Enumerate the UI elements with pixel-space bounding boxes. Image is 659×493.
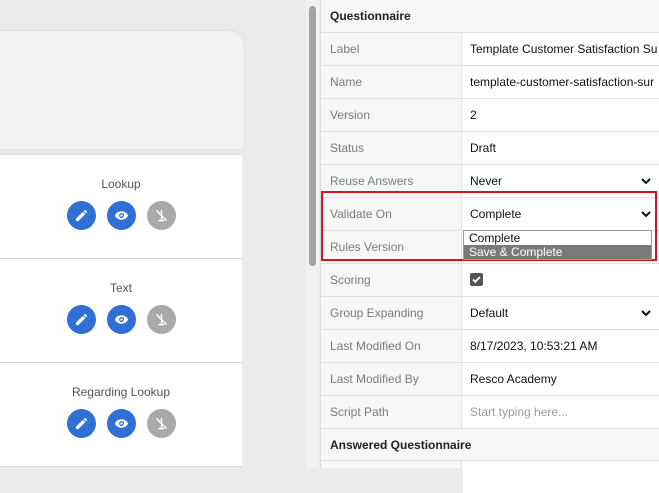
eye-icon bbox=[114, 211, 128, 220]
card-title: Text bbox=[109, 281, 132, 295]
hide-icon bbox=[155, 209, 167, 222]
eye-icon bbox=[114, 419, 128, 428]
property-row-status: Status Draft bbox=[321, 131, 659, 164]
edit-icon bbox=[75, 313, 87, 326]
name-input[interactable]: template-customer-satisfaction-sur bbox=[461, 66, 659, 98]
scoring-checkbox[interactable] bbox=[470, 273, 483, 286]
section-header-answered-questionnaire: Answered Questionnaire bbox=[321, 428, 659, 460]
chevron-down-icon bbox=[641, 178, 651, 185]
group-expanding-select[interactable]: Default bbox=[461, 297, 659, 329]
property-label: Scoring bbox=[330, 273, 371, 287]
designer-canvas: Lookup Text Regarding Lookup bbox=[0, 0, 306, 468]
canvas-card-header bbox=[0, 30, 245, 150]
property-row-script-path: Script Path Start typing here... bbox=[321, 395, 659, 428]
edit-button[interactable] bbox=[66, 305, 96, 334]
edit-icon bbox=[75, 209, 87, 222]
scoring-field bbox=[461, 264, 659, 296]
last-modified-on-value: 8/17/2023, 10:53:21 AM bbox=[461, 330, 659, 362]
edit-button[interactable] bbox=[66, 409, 96, 438]
property-label: Status bbox=[330, 141, 365, 155]
select-value: Never bbox=[470, 174, 503, 188]
property-row-group-expanding: Group Expanding Default bbox=[321, 296, 659, 329]
preview-button[interactable] bbox=[106, 305, 136, 334]
property-label: Group Expanding bbox=[330, 306, 424, 320]
edit-button[interactable] bbox=[66, 201, 96, 230]
select-value: Default bbox=[470, 306, 509, 320]
property-label: Script Path bbox=[330, 405, 389, 419]
property-row-name: Name template-customer-satisfaction-sur bbox=[321, 65, 659, 98]
property-label: Name bbox=[330, 75, 363, 89]
canvas-scrollbar[interactable] bbox=[306, 0, 319, 468]
property-row-label: Label Template Customer Satisfaction Su bbox=[321, 32, 659, 65]
version-input[interactable]: 2 bbox=[461, 99, 659, 131]
card-title: Regarding Lookup bbox=[71, 385, 171, 399]
question-card-text[interactable]: Text bbox=[0, 258, 242, 363]
property-label: Label bbox=[330, 42, 360, 56]
checkmark-icon bbox=[472, 276, 481, 284]
preview-button[interactable] bbox=[106, 409, 136, 438]
label-input[interactable]: Template Customer Satisfaction Su bbox=[461, 33, 659, 65]
card-title: Lookup bbox=[101, 177, 141, 191]
property-row-scoring: Scoring bbox=[321, 263, 659, 296]
script-path-input[interactable]: Start typing here... bbox=[461, 396, 659, 428]
property-row-partial bbox=[321, 460, 659, 493]
property-row-version: Version 2 bbox=[321, 98, 659, 131]
edit-icon bbox=[75, 417, 87, 430]
eye-icon bbox=[114, 315, 128, 324]
property-label: Last Modified By bbox=[330, 372, 419, 386]
question-card-lookup[interactable]: Lookup bbox=[0, 154, 242, 259]
dropdown-option-complete[interactable]: Complete bbox=[464, 231, 651, 245]
property-row-last-modified-on: Last Modified On 8/17/2023, 10:53:21 AM bbox=[321, 329, 659, 362]
property-label: Last Modified On bbox=[330, 339, 421, 353]
hide-button[interactable] bbox=[146, 305, 176, 334]
question-card-regarding-lookup[interactable]: Regarding Lookup bbox=[0, 362, 242, 467]
last-modified-by-value: Resco Academy bbox=[461, 363, 659, 395]
scrollbar-thumb[interactable] bbox=[309, 6, 316, 266]
hide-button[interactable] bbox=[146, 409, 176, 438]
preview-button[interactable] bbox=[106, 201, 136, 230]
validate-on-dropdown-list: Complete Save & Complete bbox=[463, 230, 652, 260]
dropdown-option-save-complete[interactable]: Save & Complete bbox=[464, 245, 651, 259]
status-value: Draft bbox=[461, 132, 659, 164]
section-header-questionnaire: Questionnaire bbox=[321, 0, 659, 32]
hide-icon bbox=[155, 313, 167, 326]
hide-icon bbox=[155, 417, 167, 430]
property-label: Version bbox=[330, 108, 371, 122]
hide-button[interactable] bbox=[146, 201, 176, 230]
partial-field bbox=[461, 461, 659, 493]
chevron-down-icon bbox=[641, 310, 651, 317]
property-row-last-modified-by: Last Modified By Resco Academy bbox=[321, 362, 659, 395]
